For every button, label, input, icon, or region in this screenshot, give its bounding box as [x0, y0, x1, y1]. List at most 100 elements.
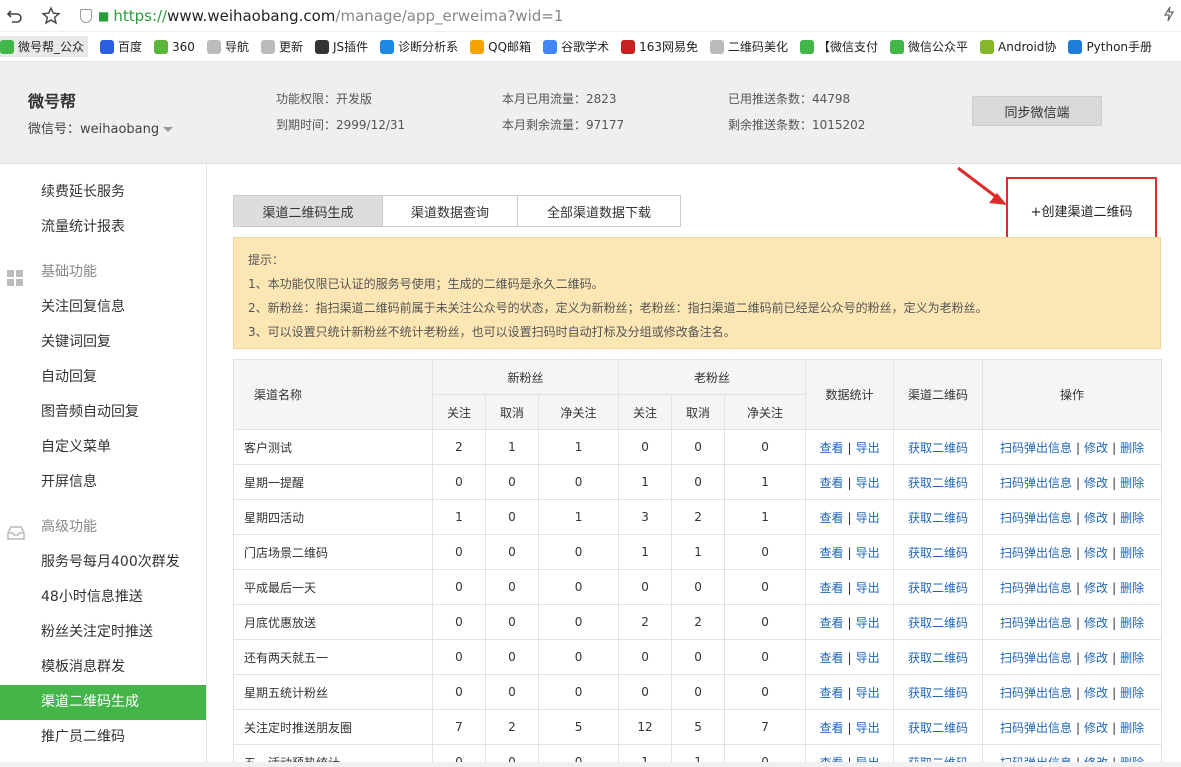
- bookmark-item[interactable]: 163网易免: [621, 38, 698, 55]
- edit-link[interactable]: 修改: [1084, 686, 1108, 700]
- bookmark-item[interactable]: JS插件: [314, 38, 368, 55]
- export-link[interactable]: 导出: [856, 616, 880, 630]
- scan-popup-link[interactable]: 扫码弹出信息: [1000, 686, 1072, 700]
- sidebar-item[interactable]: 48小时信息推送: [0, 580, 206, 615]
- get-qr-link[interactable]: 获取二维码: [908, 441, 968, 455]
- sidebar-item[interactable]: 推广员二维码: [0, 720, 206, 755]
- table-cell: 扫码弹出信息|修改|删除: [982, 499, 1163, 535]
- scan-popup-link[interactable]: 扫码弹出信息: [1000, 721, 1072, 735]
- get-qr-link[interactable]: 获取二维码: [908, 546, 968, 560]
- delete-link[interactable]: 删除: [1120, 651, 1144, 665]
- bookmark-item[interactable]: 百度: [100, 38, 142, 55]
- export-link[interactable]: 导出: [856, 441, 880, 455]
- bookmark-item[interactable]: 谷歌学术: [543, 38, 609, 55]
- sidebar-item[interactable]: 续费延长服务: [0, 175, 206, 210]
- tab-channel-query[interactable]: 渠道数据查询: [382, 195, 518, 227]
- get-qr-link[interactable]: 获取二维码: [908, 511, 968, 525]
- edit-link[interactable]: 修改: [1084, 441, 1108, 455]
- edit-link[interactable]: 修改: [1084, 511, 1108, 525]
- scan-popup-link[interactable]: 扫码弹出信息: [1000, 546, 1072, 560]
- sidebar-item[interactable]: 流量统计报表: [0, 210, 206, 245]
- sidebar-item[interactable]: 开屏信息: [0, 465, 206, 500]
- address-bar[interactable]: ■ https:// www.weihaobang.com /manage/ap…: [80, 7, 563, 25]
- android-icon: [980, 39, 995, 54]
- bookmark-item[interactable]: 更新: [260, 38, 303, 55]
- view-link[interactable]: 查看: [820, 546, 844, 560]
- lock-icon: ■: [98, 8, 110, 23]
- edit-link[interactable]: 修改: [1084, 546, 1108, 560]
- lightning-icon[interactable]: [1163, 6, 1175, 26]
- get-qr-link[interactable]: 获取二维码: [908, 721, 968, 735]
- bookmark-item[interactable]: 微号帮_公众: [0, 36, 89, 57]
- bookmark-item[interactable]: 诊断分析系: [380, 38, 458, 55]
- scan-popup-link[interactable]: 扫码弹出信息: [1000, 651, 1072, 665]
- delete-link[interactable]: 删除: [1120, 616, 1144, 630]
- sidebar-item[interactable]: 关注回复信息: [0, 290, 206, 325]
- bookmark-item[interactable]: 【微信支付: [800, 38, 878, 55]
- get-qr-link[interactable]: 获取二维码: [908, 476, 968, 490]
- delete-link[interactable]: 删除: [1120, 581, 1144, 595]
- table-cell: 0: [671, 674, 726, 710]
- view-link[interactable]: 查看: [820, 581, 844, 595]
- delete-link[interactable]: 删除: [1120, 511, 1144, 525]
- delete-link[interactable]: 删除: [1120, 441, 1144, 455]
- edit-link[interactable]: 修改: [1084, 581, 1108, 595]
- scan-popup-link[interactable]: 扫码弹出信息: [1000, 511, 1072, 525]
- export-link[interactable]: 导出: [856, 686, 880, 700]
- bookmark-item[interactable]: 二维码美化: [709, 38, 788, 55]
- scan-popup-link[interactable]: 扫码弹出信息: [1000, 616, 1072, 630]
- view-link[interactable]: 查看: [820, 511, 844, 525]
- tab-download-all[interactable]: 全部渠道数据下载: [517, 195, 681, 227]
- sidebar-item[interactable]: 自动回复: [0, 360, 206, 395]
- export-link[interactable]: 导出: [856, 651, 880, 665]
- delete-link[interactable]: 删除: [1120, 686, 1144, 700]
- sidebar-item[interactable]: 关键词回复: [0, 325, 206, 360]
- scan-popup-link[interactable]: 扫码弹出信息: [1000, 581, 1072, 595]
- view-link[interactable]: 查看: [820, 686, 844, 700]
- bookmark-item[interactable]: Android协: [980, 38, 1056, 55]
- sidebar-item[interactable]: 粉丝关注定时推送: [0, 615, 206, 650]
- bookmark-item[interactable]: QQ邮箱: [470, 38, 531, 55]
- export-link[interactable]: 导出: [856, 721, 880, 735]
- view-link[interactable]: 查看: [820, 476, 844, 490]
- bookmark-item[interactable]: 导航: [206, 38, 249, 55]
- get-qr-link[interactable]: 获取二维码: [908, 581, 968, 595]
- sidebar-item[interactable]: 服务号每月400次群发: [0, 545, 206, 580]
- scan-popup-link[interactable]: 扫码弹出信息: [1000, 476, 1072, 490]
- edit-link[interactable]: 修改: [1084, 651, 1108, 665]
- app-header: 微号帮 微信号：weihaobang 功能权限：开发版 到期时间：2999/12…: [0, 62, 1181, 164]
- delete-link[interactable]: 删除: [1120, 476, 1144, 490]
- sync-wechat-button[interactable]: 同步微信端: [972, 96, 1102, 126]
- edit-link[interactable]: 修改: [1084, 721, 1108, 735]
- sidebar-item[interactable]: 自定义菜单: [0, 430, 206, 465]
- export-link[interactable]: 导出: [856, 581, 880, 595]
- back-icon[interactable]: [4, 5, 26, 27]
- get-qr-link[interactable]: 获取二维码: [908, 686, 968, 700]
- bookmark-item[interactable]: 360: [154, 39, 195, 54]
- delete-link[interactable]: 删除: [1120, 546, 1144, 560]
- view-link[interactable]: 查看: [820, 721, 844, 735]
- star-icon[interactable]: [40, 5, 62, 27]
- horizontal-scrollbar[interactable]: [0, 762, 1181, 767]
- delete-link[interactable]: 删除: [1120, 721, 1144, 735]
- edit-link[interactable]: 修改: [1084, 616, 1108, 630]
- tab-qr-generate[interactable]: 渠道二维码生成: [233, 195, 383, 227]
- export-link[interactable]: 导出: [856, 476, 880, 490]
- bookmark-item[interactable]: Python手册: [1068, 38, 1152, 55]
- edit-link[interactable]: 修改: [1084, 476, 1108, 490]
- sidebar-item[interactable]: 图音频自动回复: [0, 395, 206, 430]
- create-channel-qr-button[interactable]: +创建渠道二维码: [1006, 177, 1157, 244]
- sidebar-item[interactable]: 模板消息群发: [0, 650, 206, 685]
- view-link[interactable]: 查看: [820, 651, 844, 665]
- sidebar-item[interactable]: 渠道二维码生成: [0, 685, 206, 720]
- account-switcher[interactable]: 微信号：weihaobang: [28, 118, 174, 137]
- bookmark-item[interactable]: 微信公众平: [890, 38, 968, 55]
- view-link[interactable]: 查看: [820, 441, 844, 455]
- get-qr-link[interactable]: 获取二维码: [908, 616, 968, 630]
- get-qr-link[interactable]: 获取二维码: [908, 651, 968, 665]
- export-link[interactable]: 导出: [856, 511, 880, 525]
- table-cell: 查看| 导出: [805, 674, 895, 710]
- export-link[interactable]: 导出: [856, 546, 880, 560]
- scan-popup-link[interactable]: 扫码弹出信息: [1000, 441, 1072, 455]
- view-link[interactable]: 查看: [820, 616, 844, 630]
